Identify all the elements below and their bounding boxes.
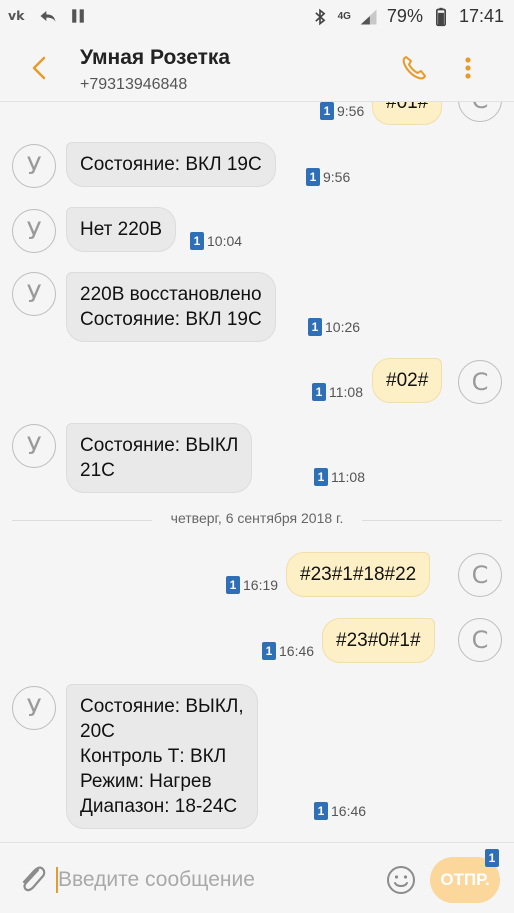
outgoing-message[interactable]: #23#0#1# [322,618,435,663]
message-meta: 1 9:56 [320,102,364,120]
message-meta: 1 16:46 [262,642,314,660]
outgoing-message[interactable]: #23#1#18#22 [286,552,431,597]
sim-badge: 1 [320,102,334,120]
incoming-message[interactable]: Нет 220В [66,207,177,252]
sim-badge: 1 [262,642,276,660]
bluetooth-icon [314,8,326,25]
incoming-message[interactable]: Состояние: ВЫКЛ 21С [66,423,253,493]
phone-icon[interactable] [398,52,430,84]
avatar-contact[interactable]: У [12,424,56,468]
sim-badge: 1 [314,802,328,820]
message-meta: 1 10:26 [308,318,360,336]
avatar-me[interactable]: С [458,360,502,404]
message-input[interactable] [58,863,378,897]
pause-icon [72,9,84,23]
message-time: 11:08 [329,384,363,400]
avatar-me[interactable]: С [458,102,502,122]
message-time: 16:46 [279,643,315,659]
date-separator-label: четверг, 6 сентября 2018 г. [170,510,344,526]
message-meta: 1 10:04 [190,232,242,250]
reply-icon [40,11,56,22]
battery-percent: 79% [386,6,423,26]
status-bar: vk 4G 79% 17:41 [0,0,514,36]
message-time: 9:56 [337,103,365,119]
send-sim-badge: 1 [485,849,499,867]
message-time: 10:04 [207,233,243,249]
contact-phone: +79313946848 [80,76,188,93]
message-meta: 1 16:19 [226,576,278,594]
svg-text:vk: vk [8,8,25,23]
more-menu-icon[interactable] [456,52,480,84]
incoming-message[interactable]: Состояние: ВЫКЛ, 20С Контроль Т: ВКЛ Реж… [66,684,258,829]
message-time: 10:26 [325,319,361,335]
sim-badge: 1 [306,168,320,186]
contact-name: Умная Розетка [80,46,231,69]
sim-badge: 1 [314,468,328,486]
status-right-icons: 4G 79% 17:41 [310,6,504,27]
avatar-me[interactable]: С [458,618,502,662]
date-separator: четверг, 6 сентября 2018 г. [12,510,502,530]
message-time: 16:19 [243,577,279,593]
message-meta: 1 11:08 [312,383,363,401]
message-time: 16:46 [331,803,367,819]
network-type: 4G [337,11,351,22]
emoji-icon[interactable] [386,865,416,895]
paperclip-icon[interactable] [16,861,50,897]
avatar-contact[interactable]: У [12,209,56,253]
incoming-message[interactable]: Состояние: ВКЛ 19С [66,142,276,187]
back-arrow-icon[interactable] [24,52,56,84]
avatar-contact[interactable]: У [12,144,56,188]
conversation-header: Умная Розетка +79313946848 [0,36,514,102]
sim-badge: 1 [308,318,322,336]
sim-badge: 1 [226,576,240,594]
avatar-contact[interactable]: У [12,272,56,316]
clock: 17:41 [458,6,504,26]
incoming-message[interactable]: 220В восстановлено Состояние: ВКЛ 19С [66,272,276,342]
vk-icon: vk [8,8,25,23]
signal-icon [360,9,377,24]
sim-badge: 1 [190,232,204,250]
battery-icon [435,7,446,26]
message-time: 9:56 [323,169,351,185]
message-composer: ОТПР. 1 [0,842,514,913]
avatar-me[interactable]: С [458,553,502,597]
message-list[interactable]: 1 9:56 #01# С У Состояние: ВКЛ 19С 1 9:5… [0,102,514,842]
message-time: 11:08 [331,469,365,485]
message-meta: 1 9:56 [306,168,350,186]
outgoing-message[interactable]: #01# [372,102,443,125]
message-meta: 1 16:46 [314,802,366,820]
avatar-contact[interactable]: У [12,686,56,730]
message-meta: 1 11:08 [314,468,365,486]
sim-badge: 1 [312,383,326,401]
status-left-icons: vk [8,6,88,26]
outgoing-message[interactable]: #02# [372,358,443,403]
